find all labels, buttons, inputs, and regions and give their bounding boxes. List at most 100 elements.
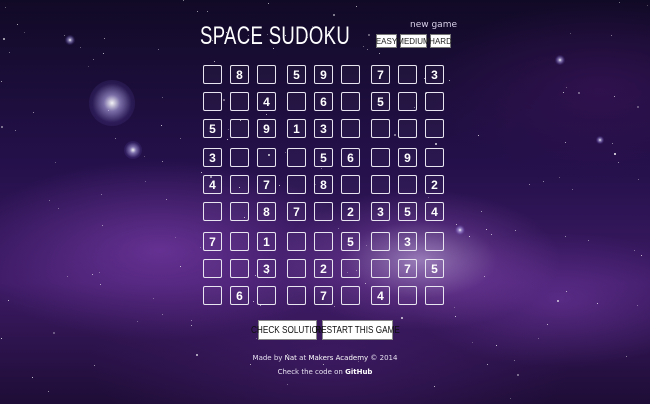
star — [49, 200, 50, 201]
sudoku-cell[interactable] — [371, 119, 390, 138]
sudoku-cell[interactable] — [341, 175, 360, 194]
sudoku-cell[interactable] — [371, 259, 390, 278]
sudoku-cell[interactable] — [230, 232, 249, 251]
sudoku-cell: 7 — [203, 232, 222, 251]
sudoku-cell[interactable] — [425, 119, 444, 138]
sudoku-cell[interactable] — [203, 202, 222, 221]
sudoku-cell[interactable] — [341, 119, 360, 138]
sudoku-cell[interactable] — [398, 175, 417, 194]
sudoku-cell[interactable] — [230, 119, 249, 138]
sudoku-cell[interactable] — [287, 286, 306, 305]
sudoku-cell[interactable] — [257, 148, 276, 167]
star — [285, 152, 286, 153]
sudoku-cell[interactable] — [257, 286, 276, 305]
star — [197, 11, 198, 12]
sudoku-cell: 1 — [257, 232, 276, 251]
sudoku-cell[interactable] — [398, 92, 417, 111]
sudoku-cell[interactable] — [287, 92, 306, 111]
star — [543, 181, 544, 182]
medium-button[interactable]: MEDIUM — [397, 34, 430, 48]
sudoku-cell[interactable] — [203, 92, 222, 111]
star — [559, 177, 560, 178]
star — [55, 162, 56, 163]
star — [570, 33, 571, 34]
star — [634, 250, 635, 251]
star — [1, 81, 2, 82]
star — [484, 276, 485, 277]
footer-code: Check the code on GitHub — [200, 368, 450, 376]
star — [379, 53, 380, 54]
star — [104, 38, 105, 39]
sudoku-cell[interactable] — [287, 148, 306, 167]
sudoku-cell[interactable] — [341, 92, 360, 111]
sudoku-cell[interactable] — [341, 65, 360, 84]
sudoku-cell: 7 — [287, 202, 306, 221]
sudoku-cell: 6 — [314, 92, 333, 111]
sudoku-cell[interactable] — [287, 259, 306, 278]
star — [321, 168, 322, 169]
author-link[interactable]: Nat — [285, 354, 297, 362]
star — [180, 266, 181, 267]
sudoku-cell[interactable] — [230, 92, 249, 111]
sudoku-cell[interactable] — [371, 148, 390, 167]
github-link[interactable]: GitHub — [345, 368, 372, 376]
sudoku-cell: 5 — [287, 65, 306, 84]
sudoku-cell[interactable] — [230, 202, 249, 221]
academy-link[interactable]: Makers Academy — [308, 354, 368, 362]
check-solution-button[interactable]: CHECK SOLUTION — [251, 320, 324, 340]
footer-credit: Made by Nat at Makers Academy © 2014 — [200, 354, 450, 362]
sudoku-cell: 3 — [314, 119, 333, 138]
star — [641, 255, 642, 256]
sudoku-cell: 6 — [230, 286, 249, 305]
star — [253, 301, 254, 302]
sudoku-cell[interactable] — [425, 92, 444, 111]
sudoku-cell: 3 — [425, 65, 444, 84]
sudoku-cell[interactable] — [314, 202, 333, 221]
star — [279, 185, 280, 186]
sudoku-cell[interactable] — [314, 232, 333, 251]
bright-star — [65, 35, 75, 45]
sudoku-cell[interactable] — [425, 232, 444, 251]
easy-button[interactable]: EASY — [376, 34, 397, 48]
sudoku-cell[interactable] — [230, 148, 249, 167]
sudoku-cell[interactable] — [398, 286, 417, 305]
sudoku-cell[interactable] — [425, 286, 444, 305]
star — [368, 34, 370, 36]
hard-button[interactable]: HARD — [429, 34, 452, 48]
sudoku-cell[interactable] — [257, 65, 276, 84]
footer-at: at — [299, 354, 307, 362]
star — [454, 307, 455, 308]
star — [566, 291, 567, 292]
sudoku-cell[interactable] — [287, 175, 306, 194]
sudoku-cell[interactable] — [398, 65, 417, 84]
star — [614, 96, 615, 97]
sudoku-cell[interactable] — [203, 259, 222, 278]
star — [365, 283, 366, 284]
sudoku-cell[interactable] — [341, 259, 360, 278]
sudoku-cell: 5 — [314, 148, 333, 167]
sudoku-cell[interactable] — [203, 65, 222, 84]
star — [496, 345, 497, 346]
star — [200, 247, 201, 248]
star — [334, 306, 335, 307]
sudoku-cell: 2 — [425, 175, 444, 194]
sudoku-cell[interactable] — [398, 119, 417, 138]
github-label: GitHub — [345, 368, 373, 376]
footer-code-prefix: Check the code on — [277, 368, 343, 376]
star — [626, 356, 627, 357]
sudoku-cell[interactable] — [203, 286, 222, 305]
restart-game-button[interactable]: RESTART THIS GAME — [315, 320, 400, 340]
star — [33, 112, 34, 113]
star — [619, 2, 620, 3]
sudoku-cell[interactable] — [371, 232, 390, 251]
sudoku-cell[interactable] — [371, 175, 390, 194]
sudoku-cell[interactable] — [230, 175, 249, 194]
sudoku-cell[interactable] — [287, 232, 306, 251]
star — [547, 324, 548, 325]
star — [588, 240, 589, 241]
sudoku-cell[interactable] — [425, 148, 444, 167]
sudoku-cell[interactable] — [230, 259, 249, 278]
sudoku-cell[interactable] — [341, 286, 360, 305]
star — [486, 229, 487, 230]
sudoku-cell: 9 — [314, 65, 333, 84]
